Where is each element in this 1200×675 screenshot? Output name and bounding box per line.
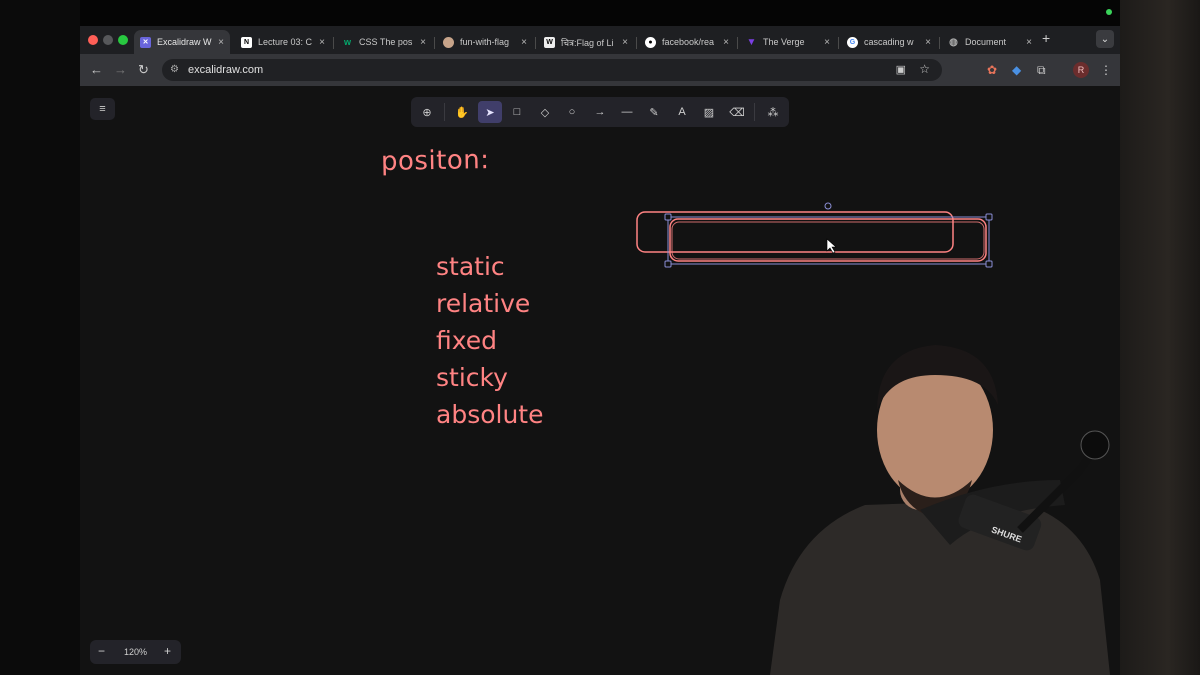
tab-separator — [939, 37, 940, 49]
close-tab-icon[interactable]: × — [723, 37, 729, 48]
close-tab-icon[interactable]: × — [824, 37, 830, 48]
maximize-window-button[interactable] — [118, 35, 128, 45]
tab-title: cascading w — [864, 37, 914, 47]
resize-handle[interactable] — [985, 260, 993, 268]
tab-cascading[interactable]: G cascading w × — [841, 30, 937, 54]
url-text[interactable]: excalidraw.com — [188, 64, 263, 76]
resize-handle[interactable] — [664, 260, 672, 268]
resize-handle[interactable] — [985, 213, 993, 221]
close-window-button[interactable] — [88, 35, 98, 45]
tab-title: Document — [965, 37, 1007, 47]
avatar-icon — [443, 36, 454, 48]
minimize-window-button[interactable] — [103, 35, 113, 45]
close-tab-icon[interactable]: × — [319, 37, 325, 48]
recording-indicator-icon — [1106, 9, 1112, 15]
browser-toolbar: ← → ↻ ⚙ excalidraw.com ▣ ☆ ✿ ◆ ⧉ R ⋮ — [80, 54, 1120, 86]
tab-separator — [333, 37, 334, 49]
tab-title: Lecture 03: C — [258, 37, 313, 47]
tab-fun-with-flags[interactable]: fun-with-flag × — [437, 30, 533, 54]
close-tab-icon[interactable]: × — [1026, 37, 1032, 48]
excalidraw-icon: ✕ — [140, 36, 151, 48]
forward-button[interactable]: → — [114, 62, 127, 77]
profile-avatar[interactable]: R — [1073, 62, 1089, 78]
extension-icon[interactable]: ✿ — [987, 63, 997, 77]
browser-menu-icon[interactable]: ⋮ — [1100, 63, 1112, 77]
tab-separator — [535, 37, 536, 49]
site-settings-icon[interactable]: ⚙ — [170, 64, 179, 75]
tab-excalidraw[interactable]: ✕ Excalidraw W × — [134, 30, 230, 54]
tab-the-verge[interactable]: ▼ The Verge × — [740, 30, 836, 54]
zoom-in-button[interactable]: + — [164, 644, 171, 658]
tab-flag-wiki[interactable]: W चित्र:Flag of Li × — [538, 30, 634, 54]
tab-title: Excalidraw W — [157, 37, 212, 47]
extensions-puzzle-icon[interactable]: ⧉ — [1037, 63, 1046, 78]
video-letterbox-right — [1120, 0, 1200, 675]
tab-title: facebook/rea — [662, 37, 715, 47]
address-bar[interactable]: ⚙ excalidraw.com ▣ ☆ — [162, 59, 942, 81]
tab-facebook-react[interactable]: ● facebook/rea × — [639, 30, 735, 54]
tab-search-button[interactable]: ⌄ — [1096, 30, 1114, 48]
zoom-level[interactable]: 120% — [124, 647, 147, 657]
zoom-controls: − 120% + — [90, 640, 181, 664]
close-tab-icon[interactable]: × — [420, 37, 426, 48]
system-top-bar — [80, 0, 1120, 26]
tab-title: The Verge — [763, 37, 805, 47]
tab-title: चित्र:Flag of Li — [561, 37, 614, 48]
tab-title: fun-with-flag — [460, 37, 510, 47]
rotation-handle[interactable] — [824, 202, 832, 210]
verge-icon: ▼ — [746, 36, 757, 48]
close-tab-icon[interactable]: × — [521, 37, 527, 48]
close-tab-icon[interactable]: × — [218, 37, 224, 48]
install-app-icon[interactable]: ▣ — [896, 63, 906, 76]
tab-lecture[interactable]: N Lecture 03: C × — [235, 30, 331, 54]
tab-separator — [636, 37, 637, 49]
wikipedia-icon: W — [544, 36, 555, 48]
chevron-down-icon: ⌄ — [1100, 33, 1110, 45]
tab-separator — [737, 37, 738, 49]
tab-strip: ✕ Excalidraw W × N Lecture 03: C × w CSS… — [80, 26, 1120, 54]
notion-icon: N — [241, 36, 252, 48]
resize-handle[interactable] — [664, 213, 672, 221]
close-tab-icon[interactable]: × — [925, 37, 931, 48]
reload-button[interactable]: ↻ — [138, 62, 149, 78]
new-tab-button[interactable]: + — [1042, 30, 1050, 46]
tab-separator — [434, 37, 435, 49]
tab-document[interactable]: ◍ Document × — [942, 30, 1038, 54]
rectangle-shape[interactable] — [636, 211, 954, 253]
w3-icon: w — [343, 37, 351, 47]
microphone-arm-joint — [1080, 430, 1110, 460]
tab-title: CSS The pos — [359, 37, 413, 47]
tab-css-position[interactable]: w CSS The pos × — [336, 30, 432, 54]
profile-initial: R — [1077, 65, 1085, 75]
globe-icon: ◍ — [949, 36, 958, 48]
video-letterbox-left — [0, 0, 80, 675]
mouse-cursor-icon — [826, 238, 837, 254]
bookmark-star-icon[interactable]: ☆ — [919, 62, 930, 76]
tab-separator — [838, 37, 839, 49]
extension-icon[interactable]: ◆ — [1012, 63, 1021, 77]
zoom-out-button[interactable]: − — [98, 644, 105, 658]
google-icon: G — [847, 36, 858, 48]
close-tab-icon[interactable]: × — [622, 37, 628, 48]
back-button[interactable]: ← — [90, 62, 103, 77]
github-icon: ● — [645, 36, 656, 48]
webcam-overlay: SHURE — [770, 345, 1110, 675]
